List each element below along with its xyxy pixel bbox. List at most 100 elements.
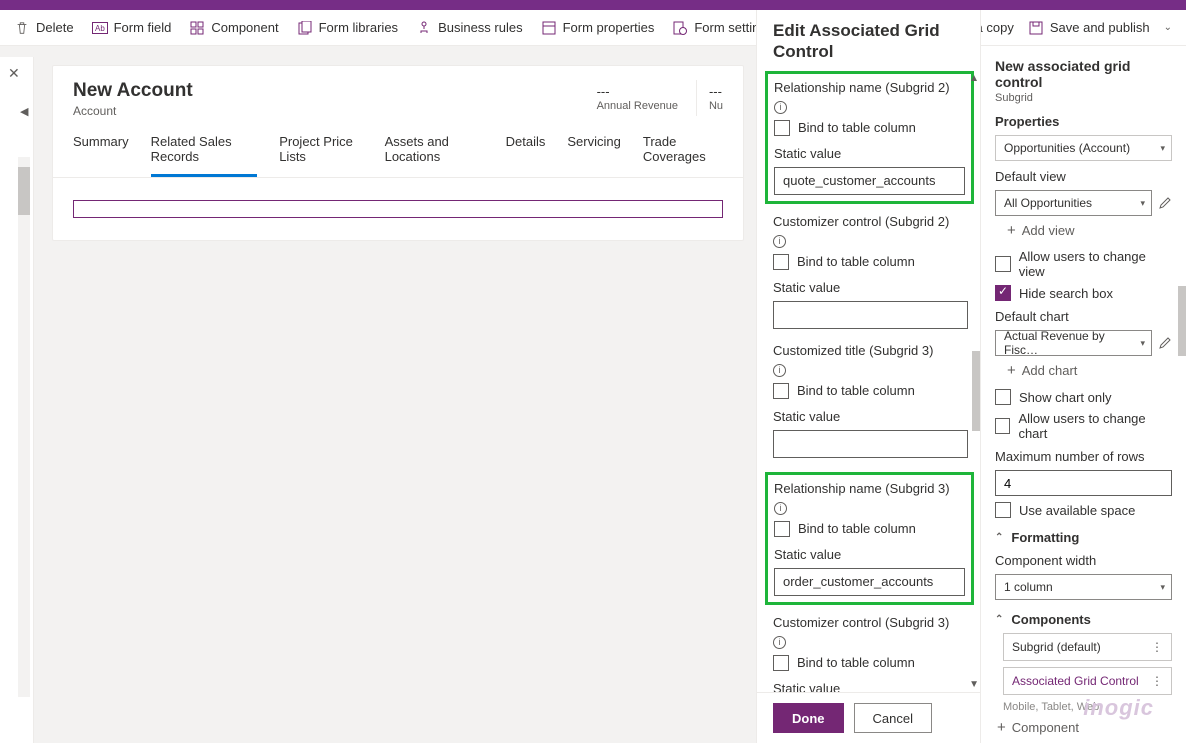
chevron-down-icon[interactable]: ⌄ <box>1164 22 1172 33</box>
bind-column-checkbox[interactable]: Bind to table column <box>773 383 968 399</box>
form-entity: Account <box>73 104 193 118</box>
info-icon[interactable]: i <box>773 235 786 248</box>
bind-column-checkbox[interactable]: Bind to table column <box>774 120 965 136</box>
done-button[interactable]: Done <box>773 703 844 733</box>
static-value-input[interactable] <box>774 568 965 596</box>
checkbox-icon <box>773 383 789 399</box>
left-scroll-thumb[interactable] <box>18 167 30 215</box>
static-value-input[interactable] <box>773 301 968 329</box>
chevron-down-icon: ▾ <box>1140 338 1145 349</box>
bind-column-checkbox[interactable]: Bind to table column <box>774 521 965 537</box>
business-rules-button[interactable]: Business rules <box>416 20 523 36</box>
form-libraries-label: Form libraries <box>319 20 398 35</box>
formatting-accordion[interactable]: ⌃Formatting <box>995 530 1172 545</box>
use-available-space-checkbox[interactable]: Use available space <box>995 502 1172 518</box>
tab-trade-coverages[interactable]: Trade Coverages <box>643 128 723 177</box>
info-icon[interactable]: i <box>774 502 787 515</box>
libraries-icon <box>297 20 313 36</box>
form-field-button[interactable]: Ab Form field <box>92 20 172 36</box>
prop-scrollbar[interactable] <box>1178 56 1186 739</box>
collapse-icon[interactable]: ◀ <box>20 105 28 118</box>
more-icon[interactable]: ⋮ <box>1151 645 1163 650</box>
info-icon[interactable]: i <box>773 364 786 377</box>
component-item[interactable]: Subgrid (default)⋮ <box>1003 633 1172 661</box>
tab-servicing[interactable]: Servicing <box>567 128 620 177</box>
static-value-label: Static value <box>774 547 965 562</box>
component-width-label: Component width <box>995 553 1172 568</box>
allow-change-view-checkbox[interactable]: Allow users to change view <box>995 249 1172 279</box>
tab-summary[interactable]: Summary <box>73 128 129 177</box>
form-card: New Account Account ---Annual Revenue---… <box>52 65 744 241</box>
component-button[interactable]: Component <box>189 20 278 36</box>
scroll-up-icon[interactable]: ▲ <box>969 73 979 84</box>
cancel-button[interactable]: Cancel <box>854 703 932 733</box>
checkbox-icon <box>995 502 1011 518</box>
delete-label: Delete <box>36 20 74 35</box>
form-properties-label: Form properties <box>563 20 655 35</box>
component-width-dropdown[interactable]: 1 column▾ <box>995 574 1172 600</box>
watermark: inogic <box>1083 695 1154 721</box>
static-value-input[interactable] <box>774 167 965 195</box>
chevron-up-icon: ⌃ <box>995 614 1003 625</box>
edit-scrollbar[interactable]: ▲ ▼ <box>972 71 980 693</box>
edit-panel-footer: Done Cancel <box>757 692 980 743</box>
group-title: Customizer control (Subgrid 2) <box>773 214 968 229</box>
form-properties-button[interactable]: Form properties <box>541 20 655 36</box>
prop-subtitle: Subgrid <box>995 92 1172 104</box>
checkbox-icon <box>773 254 789 270</box>
bind-column-checkbox[interactable]: Bind to table column <box>773 655 968 671</box>
form-libraries-button[interactable]: Form libraries <box>297 20 398 36</box>
delete-button[interactable]: Delete <box>14 20 74 36</box>
default-view-dropdown[interactable]: All Opportunities▾ <box>995 190 1152 216</box>
prop-scroll-thumb[interactable] <box>1178 286 1186 356</box>
tab-assets-and-locations[interactable]: Assets and Locations <box>385 128 484 177</box>
chevron-down-icon: ▾ <box>1160 143 1165 154</box>
component-item[interactable]: Associated Grid Control⋮ <box>1003 667 1172 695</box>
table-dropdown[interactable]: Opportunities (Account)▾ <box>995 135 1172 161</box>
allow-change-chart-checkbox[interactable]: Allow users to change chart <box>995 411 1172 441</box>
form-properties-icon <box>541 20 557 36</box>
close-tree-button[interactable]: ✕ <box>8 65 20 82</box>
tab-details[interactable]: Details <box>506 128 546 177</box>
show-chart-only-checkbox[interactable]: Show chart only <box>995 389 1172 405</box>
tree-panel-collapsed: ✕ ◀ <box>0 57 34 743</box>
header-meta: ---Annual Revenue <box>597 80 678 116</box>
add-component-button[interactable]: +Component <box>997 719 1172 736</box>
property-group: Customizer control (Subgrid 2) i Bind to t… <box>773 214 968 329</box>
components-accordion[interactable]: ⌃Components <box>995 612 1172 627</box>
add-chart-button[interactable]: +Add chart <box>1007 362 1172 379</box>
edit-chart-button[interactable] <box>1158 336 1172 350</box>
business-rules-icon <box>416 20 432 36</box>
svg-text:Ab: Ab <box>95 24 105 33</box>
prop-title: New associated grid control <box>995 58 1172 90</box>
info-icon[interactable]: i <box>773 636 786 649</box>
checkbox-icon <box>773 655 789 671</box>
static-value-input[interactable] <box>773 430 968 458</box>
chevron-up-icon: ⌃ <box>995 532 1003 543</box>
default-chart-dropdown[interactable]: Actual Revenue by Fisc…▾ <box>995 330 1152 356</box>
edit-view-button[interactable] <box>1158 196 1172 210</box>
tab-related-sales-records[interactable]: Related Sales Records <box>151 128 258 177</box>
max-rows-input[interactable] <box>995 470 1172 496</box>
add-view-button[interactable]: +Add view <box>1007 222 1172 239</box>
edit-scroll-thumb[interactable] <box>972 351 980 431</box>
tab-project-price-lists[interactable]: Project Price Lists <box>279 128 362 177</box>
property-group: Customizer control (Subgrid 3)iBind to t… <box>773 615 968 693</box>
checkbox-icon <box>774 521 790 537</box>
property-group: Customized title (Subgrid 3)iBind to tab… <box>773 343 968 458</box>
left-scrollbar[interactable] <box>18 157 30 697</box>
property-group: Relationship name (Subgrid 3)iBind to ta… <box>765 472 974 605</box>
save-publish-button[interactable]: Save and publish <box>1028 20 1150 36</box>
chevron-down-icon: ▾ <box>1140 198 1145 209</box>
scroll-down-icon[interactable]: ▼ <box>969 679 979 690</box>
hide-search-checkbox[interactable]: Hide search box <box>995 285 1172 301</box>
bind-column-checkbox[interactable]: Bind to table column <box>773 254 968 270</box>
info-icon[interactable]: i <box>774 101 787 114</box>
business-rules-label: Business rules <box>438 20 523 35</box>
max-rows-label: Maximum number of rows <box>995 449 1172 464</box>
delete-icon <box>14 20 30 36</box>
command-bar: Delete Ab Form field Component Form libr… <box>0 10 1186 46</box>
static-value-label: Static value <box>774 146 965 161</box>
more-icon[interactable]: ⋮ <box>1151 679 1163 684</box>
selected-subgrid-placeholder[interactable] <box>73 200 723 218</box>
